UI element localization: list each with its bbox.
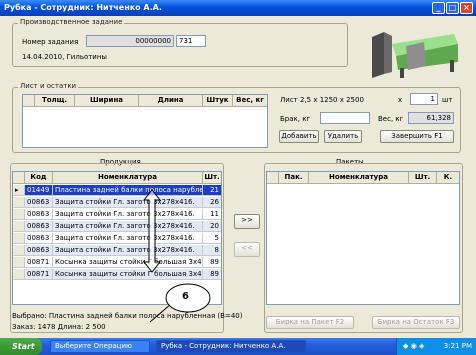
packets-col-name: Номенклатура [309, 172, 409, 184]
move-right-button[interactable]: >> [234, 214, 260, 229]
taskbar: Start Выберите Операцию Рубка - Сотрудни… [0, 338, 476, 355]
tray-icons: ◆ ◉ ◈ [403, 342, 425, 350]
taskbar-item-label: Рубка - Сотрудник: Нитченко А.А. [161, 342, 286, 350]
packets-indicator-col [267, 172, 279, 184]
start-label: Start [12, 342, 35, 351]
taskbar-item-select-operation[interactable]: Выберите Операцию [50, 340, 150, 353]
packets-col-qty: Шт. [409, 172, 437, 184]
packets-col-packet: Пак. [279, 172, 309, 184]
system-tray: ◆ ◉ ◈ 3:21 PM [396, 338, 476, 355]
double-arrow-icon [142, 189, 162, 273]
tag-packet-button[interactable]: Бирка на Пакет F2 [266, 316, 354, 329]
start-button[interactable]: Start [0, 338, 42, 355]
taskbar-item-label: Выберите Операцию [55, 342, 132, 350]
clock: 3:21 PM [443, 342, 472, 350]
packets-grid[interactable]: Пак. Номенклатура Шт. К. [266, 171, 460, 305]
move-left-button[interactable]: << [234, 242, 260, 257]
taskbar-item-rubka[interactable]: Рубка - Сотрудник: Нитченко А.А. [156, 340, 306, 353]
callout-number: 6 [182, 291, 189, 302]
tag-remainder-button[interactable]: Бирка на Остаток F3 [372, 316, 460, 329]
packets-col-k: К. [437, 172, 459, 184]
